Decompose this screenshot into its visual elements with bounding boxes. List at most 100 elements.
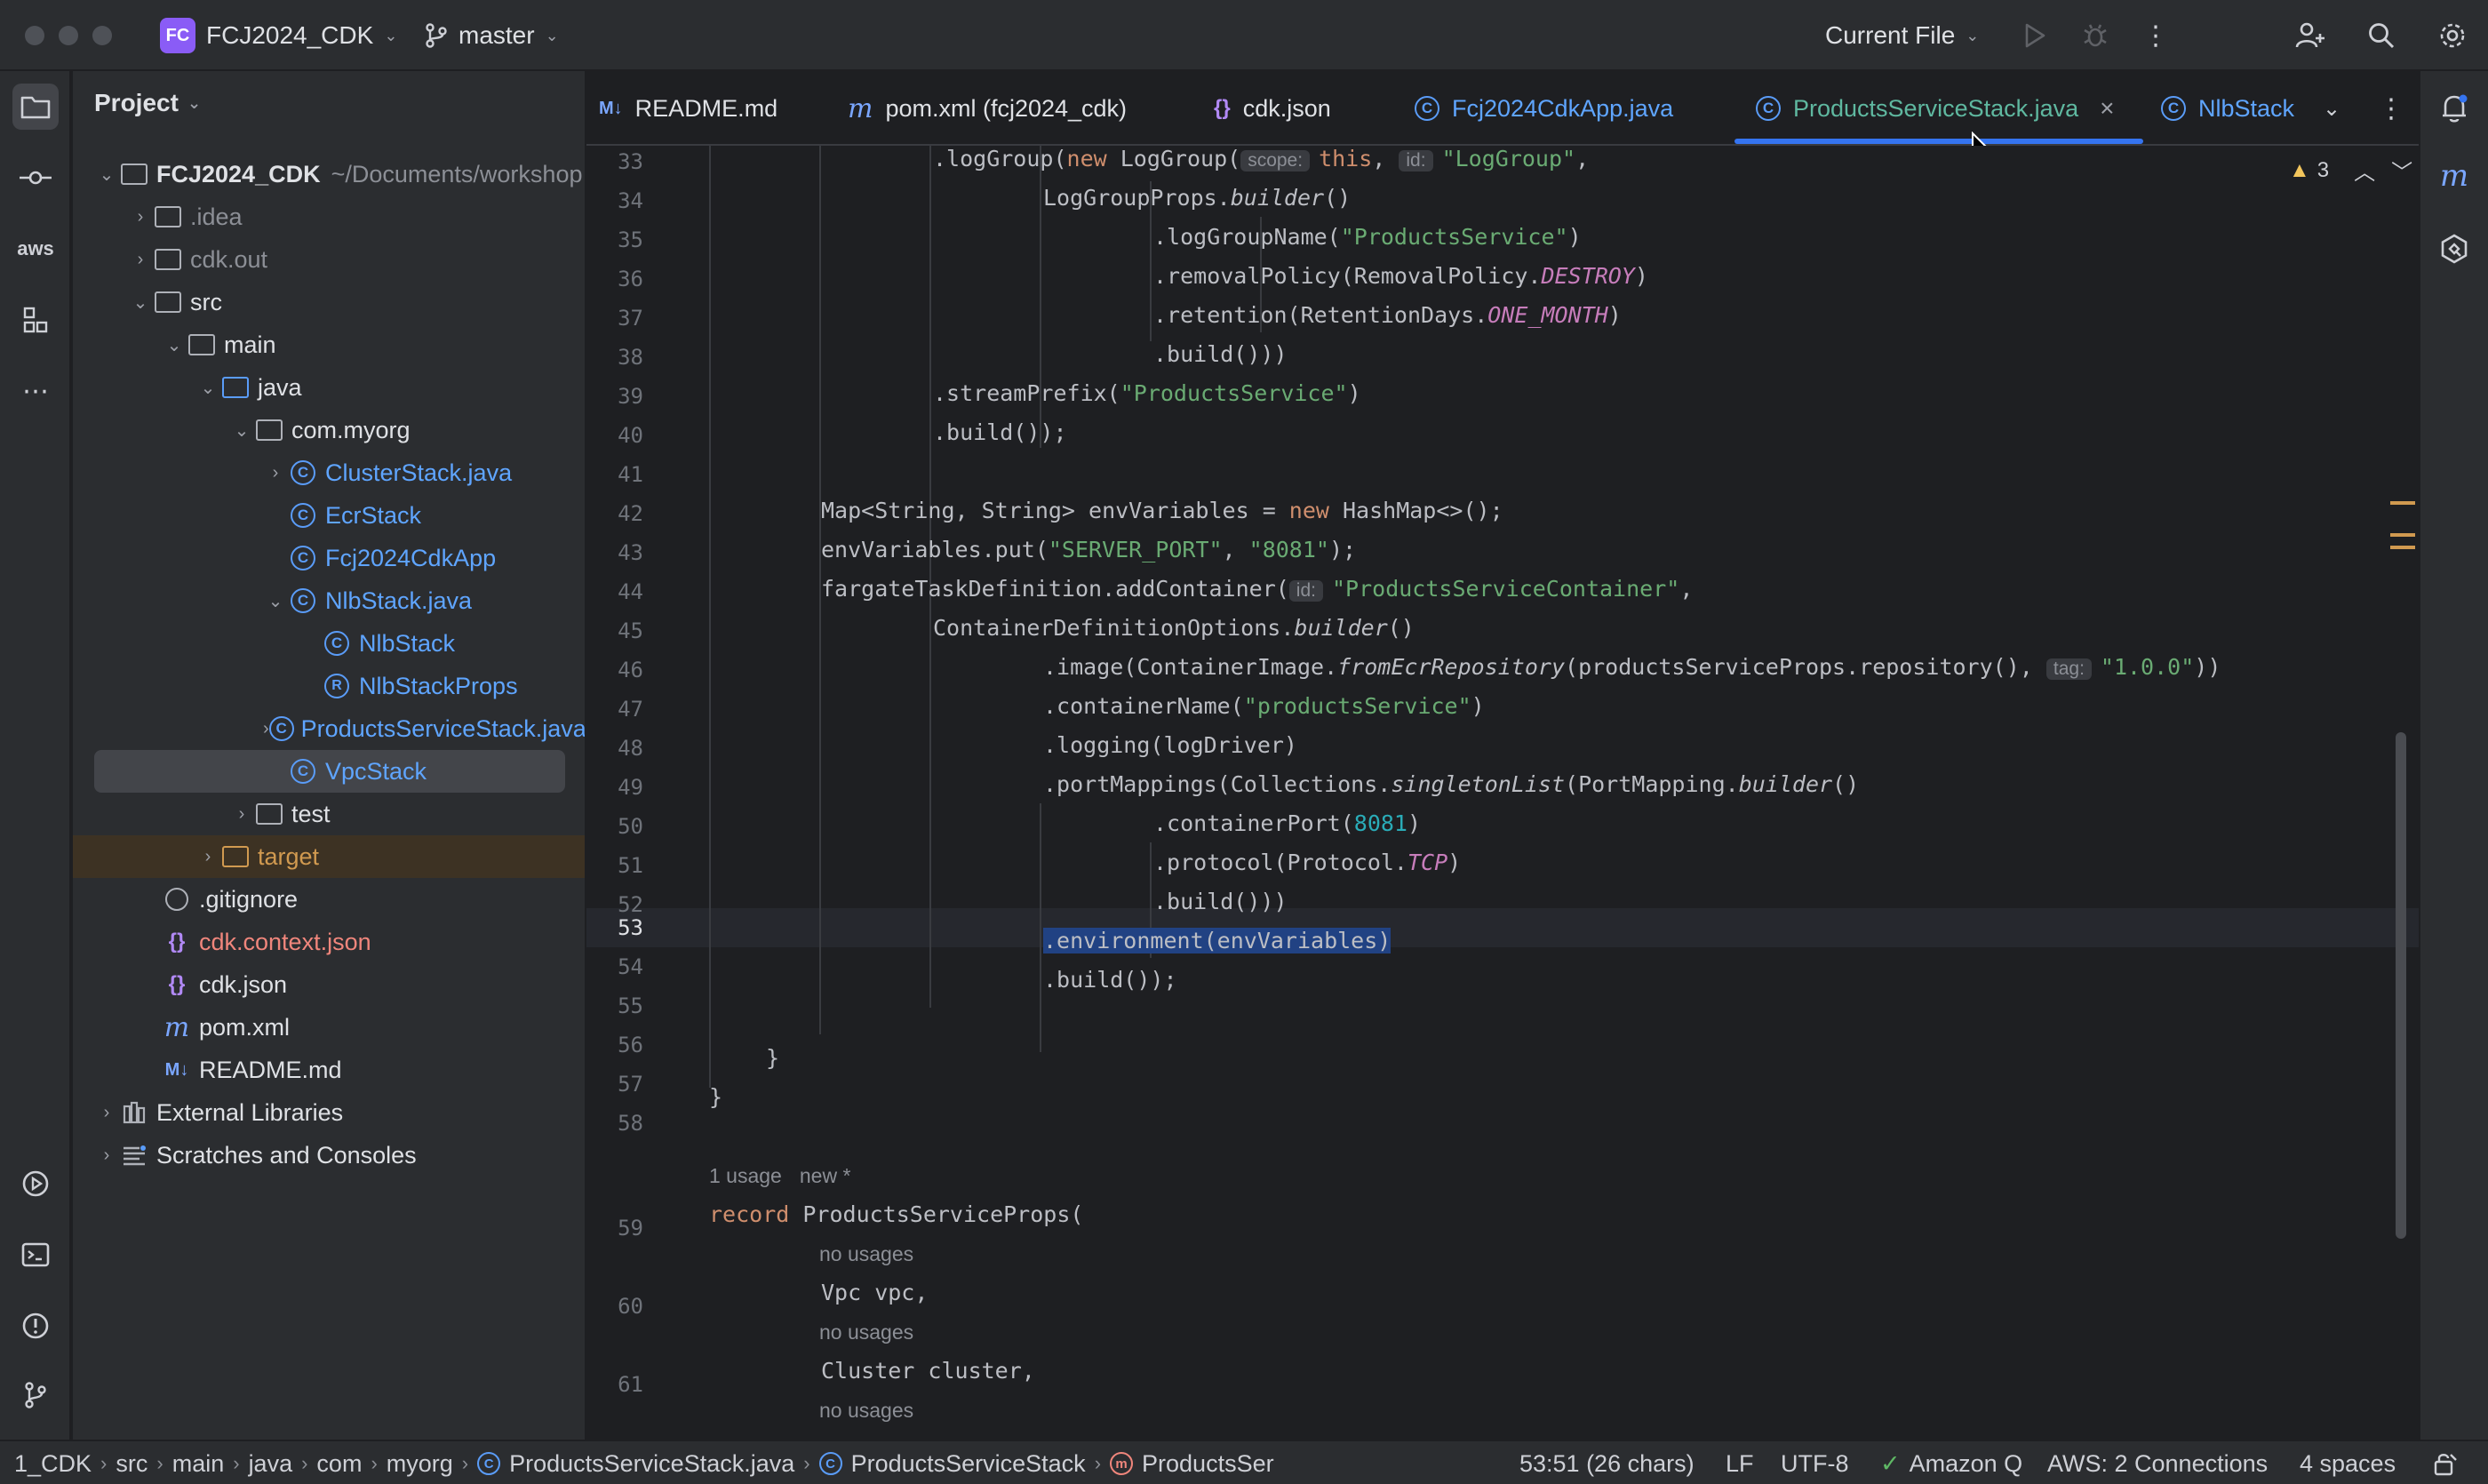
tree-item-ecrstack[interactable]: C EcrStack xyxy=(73,494,585,537)
tree-item-nlbstack-java[interactable]: ⌄ C NlbStack.java xyxy=(73,579,585,622)
search-icon[interactable] xyxy=(2364,18,2399,53)
breadcrumb-item[interactable]: 1_CDK xyxy=(14,1450,92,1478)
warning-marker[interactable] xyxy=(2390,533,2415,537)
add-user-icon[interactable] xyxy=(2293,18,2328,53)
tree-item-nlbstack[interactable]: C NlbStack xyxy=(73,622,585,665)
settings-gear-icon[interactable] xyxy=(2435,18,2470,53)
breadcrumb-item[interactable]: java xyxy=(249,1450,293,1478)
project-switcher[interactable]: FC FCJ2024_CDK ⌄ xyxy=(160,0,397,71)
code-lens-usages[interactable]: 1 usage new * xyxy=(709,1164,850,1188)
amazon-q-status[interactable]: ✓ Amazon Q xyxy=(1880,1441,2022,1484)
chevron-right-icon: › xyxy=(204,846,211,866)
breadcrumb-item[interactable]: ProductsServiceStack xyxy=(851,1450,1086,1478)
debug-icon[interactable] xyxy=(2077,18,2113,53)
structure-icon[interactable] xyxy=(12,297,59,343)
java-class-icon: C xyxy=(818,1452,842,1475)
inspection-widget[interactable]: ▲ 3 ︿ ﹀ xyxy=(2289,155,2412,186)
code-line-33: .logGroup(new LogGroup(scope: this, id: "L… xyxy=(933,146,1590,172)
warning-marker[interactable] xyxy=(2390,501,2415,505)
tree-item-com-myorg[interactable]: ⌄ com.myorg xyxy=(73,409,585,451)
line-number: 51 xyxy=(618,853,643,878)
commit-icon[interactable] xyxy=(12,155,59,201)
tab-productsservicestack[interactable]: C ProductsServiceStack.java × xyxy=(1756,71,2115,146)
line-number: 49 xyxy=(618,775,643,800)
window-minimize-button[interactable] xyxy=(59,26,78,45)
code-lens-usages[interactable]: no usages xyxy=(819,1399,913,1423)
readonly-lock-icon[interactable] xyxy=(2433,1441,2458,1484)
window-close-button[interactable] xyxy=(25,26,44,45)
breadcrumb-item[interactable]: src xyxy=(116,1450,148,1478)
tree-item-vpcstack[interactable]: C VpcStack xyxy=(94,750,565,793)
editor-scrollbar-thumb[interactable] xyxy=(2396,732,2406,1239)
notifications-bell-icon[interactable] xyxy=(2431,85,2477,132)
tab-pom-xml[interactable]: m pom.xml (fcj2024_cdk) xyxy=(848,71,1127,146)
breadcrumb-item[interactable]: main xyxy=(172,1450,225,1478)
warning-marker[interactable] xyxy=(2390,546,2415,549)
tree-item-test[interactable]: › test xyxy=(73,793,585,835)
branch-switcher[interactable]: master ⌄ xyxy=(425,0,559,71)
git-icon[interactable] xyxy=(12,1372,59,1418)
code-editor[interactable]: ▲ 3 ︿ ﹀ 33 34 35 36 37 38 39 40 41 42 43… xyxy=(586,146,2419,1440)
tree-item-productsservicestack[interactable]: › C ProductsServiceStack.java xyxy=(73,707,585,750)
caret-position[interactable]: 53:51 (26 chars) xyxy=(1519,1441,1695,1484)
code-line-45: ContainerDefinitionOptions.builder() xyxy=(933,615,1415,641)
close-tab-icon[interactable]: × xyxy=(2100,94,2114,123)
tree-item-cdk-out[interactable]: › cdk.out xyxy=(73,238,585,281)
tree-item-pom-xml[interactable]: m pom.xml xyxy=(73,1006,585,1049)
code-lens-usages[interactable]: no usages xyxy=(819,1242,913,1266)
more-horizontal-icon[interactable]: ⋯ xyxy=(12,368,59,414)
tree-root[interactable]: ⌄ FCJ2024_CDK ~/Documents/workshop xyxy=(73,153,585,195)
tree-item-src[interactable]: ⌄ src xyxy=(73,281,585,323)
breadcrumb-item[interactable]: ProductsSer xyxy=(1142,1450,1274,1478)
tree-item-cdk-context-json[interactable]: {} cdk.context.json xyxy=(73,921,585,963)
tree-item-external-libraries[interactable]: › External Libraries xyxy=(73,1091,585,1134)
tab-fcj2024cdkapp[interactable]: C Fcj2024CdkApp.java xyxy=(1415,71,1673,146)
chevron-down-icon: ⌄ xyxy=(99,164,115,185)
chevron-down-icon[interactable]: ﹀ xyxy=(2391,155,2412,186)
problems-icon[interactable] xyxy=(12,1303,59,1349)
tree-item-main[interactable]: ⌄ main xyxy=(73,323,585,366)
tree-item-clusterstack[interactable]: › C ClusterStack.java xyxy=(73,451,585,494)
line-number: 43 xyxy=(618,540,643,565)
services-run-icon[interactable] xyxy=(12,1161,59,1207)
tab-cdk-json[interactable]: {} cdk.json xyxy=(1214,71,1331,146)
project-panel-header[interactable]: Project ⌄ xyxy=(94,89,201,117)
run-icon[interactable] xyxy=(2017,18,2053,53)
line-number: 44 xyxy=(618,579,643,604)
aws-connections-status[interactable]: AWS: 2 Connections xyxy=(2047,1441,2268,1484)
tree-item-gitignore[interactable]: .gitignore xyxy=(73,878,585,921)
line-number: 34 xyxy=(618,188,643,213)
tree-item-cdk-json[interactable]: {} cdk.json xyxy=(73,963,585,1006)
tree-item-fcj2024cdkapp[interactable]: C Fcj2024CdkApp xyxy=(73,537,585,579)
breadcrumb-item[interactable]: ProductsServiceStack.java xyxy=(509,1450,794,1478)
tree-item-idea[interactable]: › .idea xyxy=(73,195,585,238)
chevron-right-icon: › xyxy=(272,462,279,483)
java-class-icon: C xyxy=(2161,96,2186,121)
maven-icon[interactable]: m xyxy=(2431,153,2477,199)
terminal-icon[interactable] xyxy=(12,1232,59,1278)
tree-item-nlbstackprops[interactable]: R NlbStackProps xyxy=(73,665,585,707)
amazon-q-icon[interactable] xyxy=(2431,226,2477,272)
indent-selector[interactable]: 4 spaces xyxy=(2300,1441,2396,1484)
breadcrumb-item[interactable]: myorg xyxy=(387,1450,453,1478)
line-number: 55 xyxy=(618,993,643,1018)
breadcrumb-item[interactable]: com xyxy=(316,1450,362,1478)
chevron-up-icon[interactable]: ︿ xyxy=(2354,155,2375,186)
code-lens-usages[interactable]: no usages xyxy=(819,1320,913,1344)
project-folder-icon[interactable] xyxy=(12,84,59,130)
line-ending-selector[interactable]: LF xyxy=(1726,1441,1754,1484)
aws-icon[interactable]: aws xyxy=(12,226,59,272)
window-zoom-button[interactable] xyxy=(92,26,112,45)
tab-list-chevron-icon[interactable]: ⌄ xyxy=(2323,71,2340,146)
tree-item-readme[interactable]: M↓ README.md xyxy=(73,1049,585,1091)
tab-more-icon[interactable]: ⋮ xyxy=(2378,71,2404,146)
more-vertical-icon[interactable]: ⋮ xyxy=(2138,18,2173,53)
right-tool-strip: m xyxy=(2419,71,2488,1440)
tree-item-java[interactable]: ⌄ java xyxy=(73,366,585,409)
tree-item-target[interactable]: › target xyxy=(73,835,585,878)
tab-readme[interactable]: M↓ README.md xyxy=(599,71,778,146)
run-config-selector[interactable]: Current File ⌄ xyxy=(1825,0,1979,71)
tree-item-scratches[interactable]: › Scratches and Consoles xyxy=(73,1134,585,1177)
tab-nlbstack[interactable]: C NlbStack xyxy=(2161,71,2294,146)
encoding-selector[interactable]: UTF-8 xyxy=(1781,1441,1849,1484)
